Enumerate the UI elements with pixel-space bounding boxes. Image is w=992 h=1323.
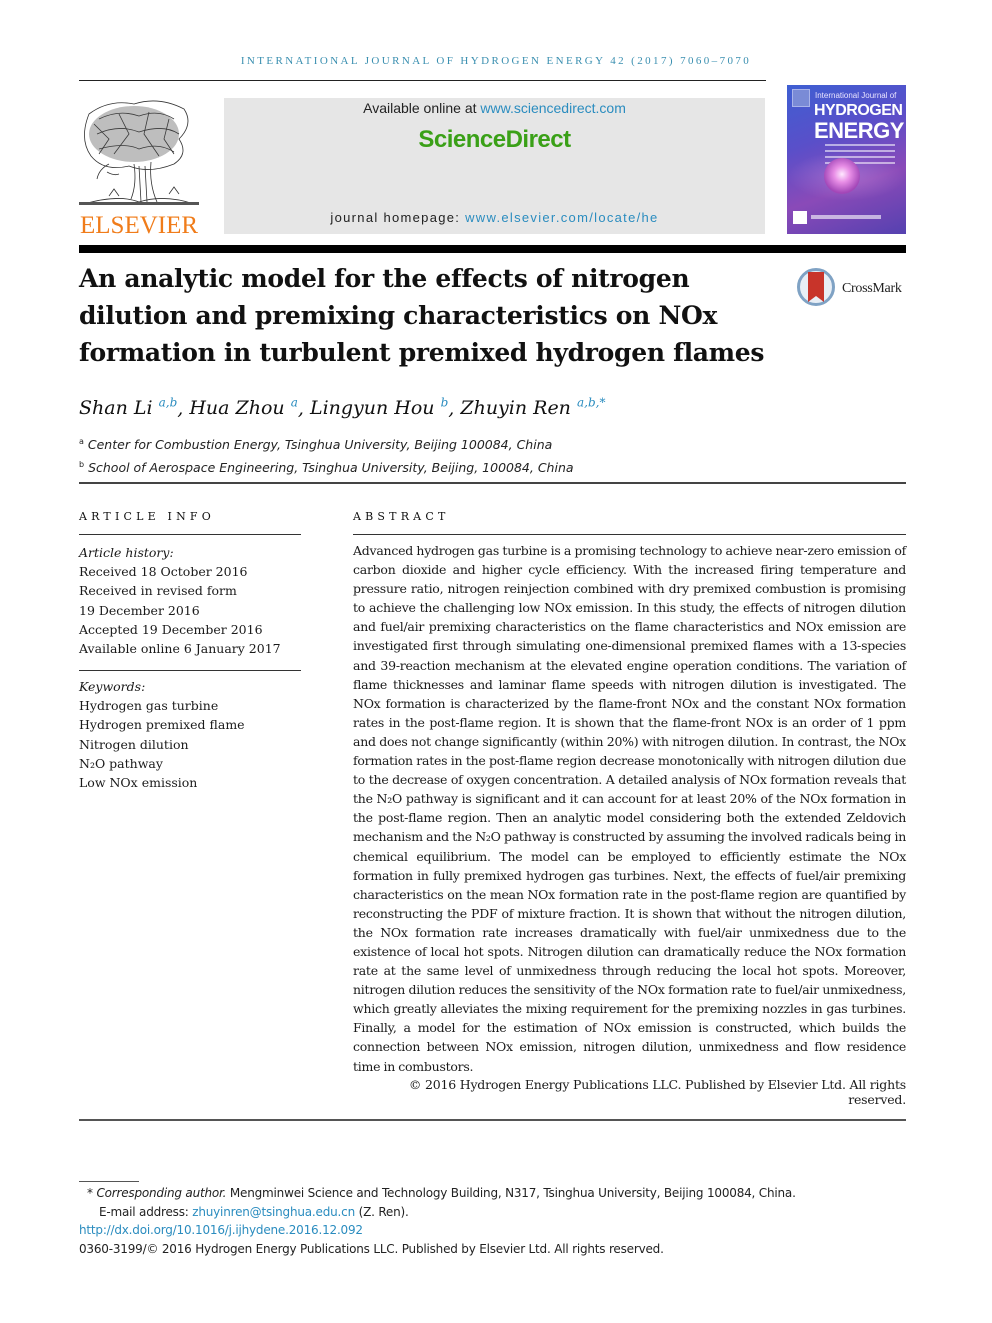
- header-divider: [79, 245, 906, 253]
- journal-homepage-link[interactable]: www.elsevier.com/locate/he: [465, 210, 658, 225]
- available-online: Available online at www.sciencedirect.co…: [224, 100, 765, 116]
- keyword-item: N₂O pathway: [79, 755, 163, 771]
- author[interactable]: Lingyun Hou b: [309, 396, 448, 420]
- article-info-divider: [79, 534, 301, 535]
- corresponding-author-address: Mengminwei Science and Technology Buildi…: [226, 1186, 796, 1200]
- history-item: Available online 6 January 2017: [79, 641, 281, 657]
- available-online-label: Available online at: [363, 100, 481, 116]
- author[interactable]: Zhuyin Ren a,b,*: [460, 396, 606, 420]
- affiliation-text: Center for Combustion Energy, Tsinghua U…: [87, 437, 553, 453]
- email-suffix: (Z. Ren).: [354, 1204, 409, 1219]
- cover-sciencedirect-mark: [811, 215, 881, 219]
- author-separator: ,: [177, 397, 190, 420]
- author-name: Zhuyin Ren: [460, 397, 571, 420]
- abstract-divider: [353, 534, 906, 535]
- affiliation-text: School of Aerospace Engineering, Tsinghu…: [88, 460, 574, 476]
- affiliation: a Center for Combustion Energy, Tsinghua…: [79, 432, 574, 455]
- cover-orb-graphic: [824, 158, 860, 194]
- crossmark-button[interactable]: CrossMark: [797, 268, 912, 310]
- affiliation-key: a: [79, 437, 84, 446]
- cover-title-line3: ENERGY: [814, 118, 904, 143]
- article-history: Article history: Received 18 October 201…: [79, 543, 304, 658]
- keyword-item: Hydrogen premixed flame: [79, 717, 245, 733]
- email-label: E-mail address:: [99, 1204, 193, 1219]
- journal-homepage-label: journal homepage:: [330, 210, 466, 225]
- footnotes: * Corresponding author. Mengminwei Scien…: [79, 1184, 909, 1258]
- keyword-item: Hydrogen gas turbine: [79, 698, 219, 714]
- affiliation-key: b: [79, 460, 85, 470]
- author-list: Shan Li a,b, Hua Zhou a, Lingyun Hou b, …: [79, 396, 605, 419]
- abstract-end-divider: [79, 1119, 906, 1121]
- affiliations: a Center for Combustion Energy, Tsinghua…: [79, 432, 574, 478]
- cover-society-logo-icon: [793, 211, 807, 224]
- author-name: Shan Li: [79, 397, 153, 420]
- keywords-divider: [79, 670, 301, 671]
- author-separator: ,: [297, 397, 310, 420]
- corresponding-author-note: * Corresponding author. Mengminwei Scien…: [79, 1184, 909, 1203]
- footnote-rule: [79, 1181, 139, 1182]
- sciencedirect-banner: Available online at www.sciencedirect.co…: [224, 98, 765, 234]
- cover-elsevier-icon: [792, 89, 810, 107]
- abstract-heading: ABSTRACT: [353, 510, 450, 523]
- elsevier-wordmark: ELSEVIER: [80, 212, 199, 239]
- article-title: An analytic model for the effects of nit…: [79, 264, 765, 367]
- email-link[interactable]: zhuyinren@tsinghua.edu.cn: [192, 1205, 355, 1219]
- crossmark-label: CrossMark: [842, 281, 902, 296]
- corresponding-author-label: Corresponding author.: [96, 1186, 227, 1200]
- abstract-text: Advanced hydrogen gas turbine is a promi…: [353, 543, 906, 1074]
- email-note: E-mail address: zhuyinren@tsinghua.edu.c…: [79, 1203, 909, 1222]
- author-affiliation-marker: a,b: [158, 396, 178, 410]
- keywords: Keywords: Hydrogen gas turbine Hydrogen …: [79, 677, 304, 792]
- author-affiliation-marker: a,b,*: [576, 396, 606, 410]
- affiliation: b School of Aerospace Engineering, Tsing…: [79, 455, 574, 478]
- top-rule: [79, 80, 766, 81]
- article-history-label: Article history:: [79, 545, 174, 560]
- author[interactable]: Hua Zhou a: [189, 396, 298, 420]
- sciencedirect-link[interactable]: www.sciencedirect.com: [480, 100, 626, 116]
- sciencedirect-logo: ScienceDirect: [418, 126, 571, 153]
- history-item: Accepted 19 December 2016: [79, 621, 263, 637]
- author-name: Hua Zhou: [189, 397, 285, 420]
- running-head: INTERNATIONAL JOURNAL OF HYDROGEN ENERGY…: [240, 55, 752, 67]
- article-info-heading: ARTICLE INFO: [79, 510, 215, 523]
- doi-line: http://dx.doi.org/10.1016/j.ijhydene.201…: [79, 1221, 909, 1240]
- author[interactable]: Shan Li a,b: [79, 396, 178, 420]
- history-item: Received 18 October 2016: [79, 564, 248, 580]
- journal-homepage: journal homepage: www.elsevier.com/locat…: [224, 210, 765, 225]
- author-name: Lingyun Hou: [309, 397, 435, 420]
- abstract-copyright: © 2016 Hydrogen Energy Publications LLC.…: [408, 1077, 906, 1107]
- author-affiliation-marker: a: [290, 396, 298, 410]
- issn-line: 0360-3199/© 2016 Hydrogen Energy Publica…: [79, 1241, 664, 1256]
- footnote-marker: *: [87, 1186, 93, 1200]
- journal-cover-image: International Journal of HYDROGEN ENERGY: [787, 85, 906, 234]
- keywords-label: Keywords:: [79, 679, 146, 694]
- doi-link[interactable]: http://dx.doi.org/10.1016/j.ijhydene.201…: [79, 1223, 363, 1237]
- keyword-item: Nitrogen dilution: [79, 736, 189, 752]
- history-item: 19 December 2016: [79, 602, 200, 618]
- cover-title-line1: International Journal of: [815, 91, 897, 100]
- author-separator: ,: [448, 397, 461, 420]
- keyword-item: Low NOx emission: [79, 775, 198, 791]
- section-divider: [79, 482, 906, 484]
- history-item: Received in revised form: [79, 583, 237, 599]
